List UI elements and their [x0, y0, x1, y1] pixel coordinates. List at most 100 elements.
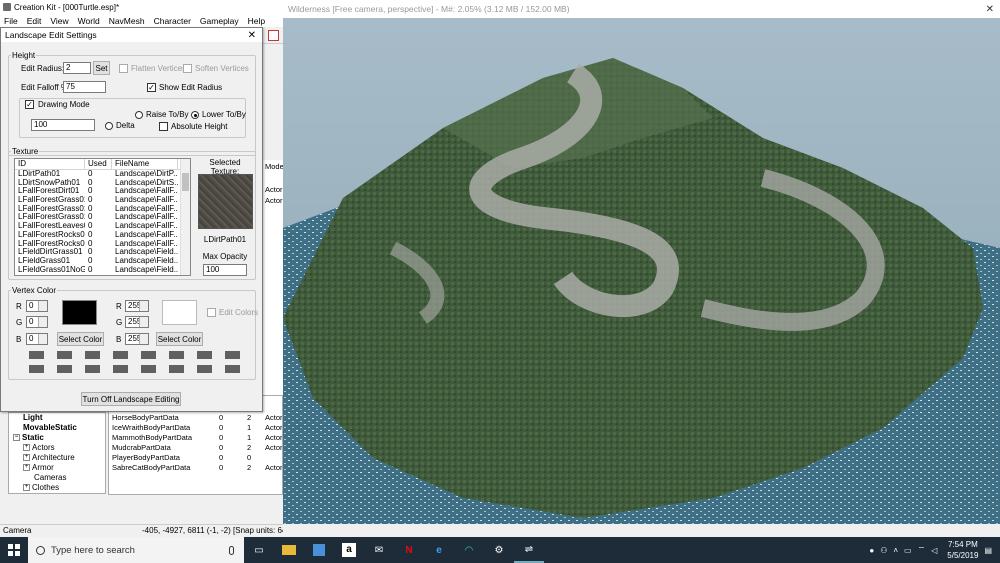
- notifications-icon[interactable]: ▤: [984, 546, 992, 555]
- close-icon[interactable]: ✕: [248, 30, 256, 41]
- volume-icon[interactable]: ◁: [931, 546, 937, 555]
- clock[interactable]: 7:54 PM 5/5/2019: [947, 539, 978, 561]
- color-preset-swatch[interactable]: [169, 365, 184, 373]
- taskbar-search-box[interactable]: Type here to search: [28, 537, 244, 563]
- color-preset-swatch[interactable]: [113, 365, 128, 373]
- color-preset-swatch[interactable]: [225, 351, 240, 359]
- close-icon[interactable]: ✕: [986, 4, 1000, 15]
- texture-row[interactable]: LFallForestGrass01...0 Landscape\FallF...: [15, 213, 190, 222]
- right-g-spinner[interactable]: 255: [125, 316, 149, 328]
- menu-character[interactable]: Character: [154, 16, 191, 26]
- left-b-spinner[interactable]: 0: [26, 333, 48, 345]
- dialog-titlebar[interactable]: Landscape Edit Settings ✕: [1, 28, 262, 42]
- texture-row[interactable]: LDirtSnowPath01 0 Landscape\DirtS...: [15, 179, 190, 188]
- store-icon[interactable]: [304, 537, 334, 563]
- raise-to-by-radio[interactable]: [135, 111, 143, 119]
- left-r-spinner[interactable]: 0: [26, 300, 48, 312]
- color-preset-swatch[interactable]: [141, 365, 156, 373]
- task-view-icon[interactable]: ▭: [244, 537, 274, 563]
- show-edit-radius-checkbox[interactable]: ✓: [147, 83, 156, 92]
- color-preset-swatch[interactable]: [197, 351, 212, 359]
- expand-icon[interactable]: +: [23, 484, 30, 492]
- flatten-vertices-checkbox[interactable]: [119, 64, 128, 73]
- menu-view[interactable]: View: [50, 16, 68, 26]
- network-icon[interactable]: ⌔: [918, 545, 926, 555]
- texture-row[interactable]: LFieldDirtGrass01 0 Landscape\Field...: [15, 248, 190, 257]
- color-preset-swatch[interactable]: [29, 351, 44, 359]
- texture-row[interactable]: LFieldGrass01 0 Landscape\Field...: [15, 257, 190, 266]
- toolbar-render-icon[interactable]: [268, 30, 279, 41]
- tree-item-cameras[interactable]: Cameras: [9, 473, 105, 483]
- color-preset-swatch[interactable]: [85, 351, 100, 359]
- edit-falloff-input[interactable]: 75: [63, 81, 106, 93]
- color-preset-swatch[interactable]: [57, 351, 72, 359]
- lower-to-by-radio[interactable]: [191, 111, 199, 119]
- tree-item-actors[interactable]: + Actors: [9, 443, 105, 453]
- turn-off-landscape-editing-button[interactable]: Turn Off Landscape Editing: [81, 392, 181, 406]
- delta-radio[interactable]: [105, 122, 113, 130]
- menu-navmesh[interactable]: NavMesh: [109, 16, 145, 26]
- battery-icon[interactable]: ▭: [904, 546, 912, 555]
- expand-icon[interactable]: +: [23, 454, 30, 462]
- tree-item-architecture[interactable]: + Architecture: [9, 453, 105, 463]
- color-preset-swatch[interactable]: [169, 351, 184, 359]
- texture-row[interactable]: LFallForestDirt01 0 Landscape\FallF...: [15, 187, 190, 196]
- color-preset-swatch[interactable]: [197, 365, 212, 373]
- mail-icon[interactable]: ✉: [364, 537, 394, 563]
- edit-radius-input[interactable]: 2: [63, 62, 91, 74]
- drawing-mode-checkbox[interactable]: ✓: [25, 100, 34, 109]
- amazon-icon[interactable]: a: [334, 537, 364, 563]
- column-used[interactable]: Used: [85, 159, 112, 169]
- scrollbar-thumb[interactable]: [182, 173, 189, 191]
- collapse-icon[interactable]: −: [13, 434, 20, 442]
- menu-gameplay[interactable]: Gameplay: [200, 16, 239, 26]
- expand-icon[interactable]: +: [23, 464, 30, 472]
- headset-app-icon[interactable]: ◠: [454, 537, 484, 563]
- column-filename[interactable]: FileName: [112, 159, 178, 169]
- viewport-titlebar[interactable]: Wilderness [Free camera, perspective] - …: [283, 0, 1000, 18]
- texture-row[interactable]: LFieldGrass01NoGr...0 Landscape\Field...: [15, 266, 190, 275]
- tree-item-static[interactable]: − Static: [9, 433, 105, 443]
- right-b-spinner[interactable]: 255: [125, 333, 149, 345]
- set-button[interactable]: Set: [93, 61, 110, 75]
- color-preset-swatch[interactable]: [113, 351, 128, 359]
- start-button[interactable]: [0, 537, 28, 563]
- netflix-icon[interactable]: N: [394, 537, 424, 563]
- texture-row[interactable]: LFallForestGrass01 0 Landscape\FallF...: [15, 196, 190, 205]
- absolute-height-checkbox[interactable]: [159, 122, 168, 131]
- texture-row[interactable]: LFallForestRocks01 0 Landscape\FallF...: [15, 231, 190, 240]
- app-tray-icon[interactable]: ●: [869, 546, 874, 555]
- right-select-color-button[interactable]: Select Color: [156, 332, 203, 346]
- drawing-value-input[interactable]: 100: [31, 119, 95, 131]
- chevron-up-icon[interactable]: ˄: [893, 546, 898, 555]
- menu-file[interactable]: File: [4, 16, 18, 26]
- microphone-icon[interactable]: [229, 545, 234, 555]
- color-preset-swatch[interactable]: [29, 365, 44, 373]
- texture-list-scrollbar[interactable]: [180, 159, 190, 275]
- menu-edit[interactable]: Edit: [27, 16, 42, 26]
- column-id[interactable]: ID: [15, 159, 85, 169]
- column-header-mode[interactable]: Mode: [265, 162, 284, 171]
- creation-kit-icon[interactable]: ⇌: [514, 537, 544, 563]
- texture-row[interactable]: LFallForestGrass01...0 Landscape\FallF...: [15, 205, 190, 214]
- texture-row[interactable]: LFallForestLeaves010 Landscape\FallF...: [15, 222, 190, 231]
- edge-icon[interactable]: e: [424, 537, 454, 563]
- color-preset-swatch[interactable]: [85, 365, 100, 373]
- color-preset-swatch[interactable]: [57, 365, 72, 373]
- edit-colors-checkbox[interactable]: [207, 308, 216, 317]
- max-opacity-input[interactable]: 100: [203, 264, 247, 276]
- tree-item-clothes[interactable]: + Clothes: [9, 483, 105, 493]
- color-preset-swatch[interactable]: [141, 351, 156, 359]
- tree-item-light[interactable]: Light: [9, 413, 105, 423]
- terrain-render[interactable]: [283, 18, 1000, 524]
- soften-vertices-checkbox[interactable]: [183, 64, 192, 73]
- texture-row[interactable]: LFallForestRocks01...0 Landscape\FallF...: [15, 240, 190, 249]
- steam-icon[interactable]: ⚙: [484, 537, 514, 563]
- menu-help[interactable]: Help: [248, 16, 265, 26]
- color-preset-swatch[interactable]: [225, 365, 240, 373]
- tree-item-armor[interactable]: + Armor: [9, 463, 105, 473]
- people-icon[interactable]: ⚇: [880, 546, 887, 555]
- tree-item-movablestatic[interactable]: MovableStatic: [9, 423, 105, 433]
- left-g-spinner[interactable]: 0: [26, 316, 48, 328]
- right-r-spinner[interactable]: 255: [125, 300, 149, 312]
